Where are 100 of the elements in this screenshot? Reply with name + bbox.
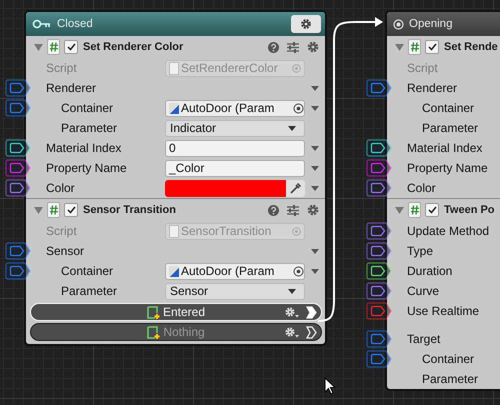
settings-icon[interactable] (307, 204, 319, 216)
asset-icon (169, 266, 179, 276)
settings-icon[interactable] (285, 327, 299, 338)
field-label: Parameter (421, 372, 480, 386)
target-icon (393, 18, 404, 30)
input-port[interactable] (366, 242, 392, 260)
object-picker-icon (292, 226, 301, 236)
input-port[interactable] (366, 159, 392, 177)
object-field[interactable]: AutoDoor (Param (165, 262, 305, 280)
input-port[interactable] (366, 262, 392, 280)
input-port[interactable] (5, 242, 31, 260)
node-title: Closed (57, 18, 93, 30)
input-port[interactable] (366, 282, 392, 300)
component-title: Set Rende (444, 41, 498, 53)
input-port[interactable] (5, 179, 31, 197)
field-label: Color (45, 181, 76, 195)
text-field[interactable]: _Color (165, 160, 305, 176)
transition-icon (147, 326, 162, 338)
input-port[interactable] (5, 79, 31, 97)
enable-checkbox[interactable] (64, 40, 78, 54)
field-label: Update Method (406, 224, 490, 238)
field-label: Container (421, 352, 476, 366)
checkmark-icon (66, 206, 76, 214)
help-icon[interactable] (268, 42, 279, 52)
node-title: Opening (409, 18, 452, 30)
input-port[interactable] (5, 139, 31, 157)
script-icon (47, 39, 60, 55)
field-label: Container (60, 101, 114, 115)
input-port[interactable] (366, 302, 392, 320)
object-field[interactable]: AutoDoor (Param (165, 100, 305, 116)
script-field: SensorTransition (165, 222, 305, 240)
input-port[interactable] (366, 79, 392, 97)
object-picker-icon[interactable] (293, 266, 304, 276)
input-port[interactable] (5, 262, 31, 280)
dropdown[interactable]: Indicator (165, 120, 305, 136)
field-label: Parameter (421, 121, 480, 135)
enable-checkbox[interactable] (425, 203, 439, 217)
output-port-icon[interactable] (306, 306, 317, 319)
foldout-caret-icon[interactable] (311, 86, 319, 90)
settings-icon[interactable] (307, 41, 319, 53)
field-label: Renderer (45, 81, 98, 95)
text-field[interactable]: 0 (165, 140, 305, 156)
foldout-triangle-icon[interactable] (34, 206, 43, 214)
field-label: Color (406, 181, 437, 195)
foldout-caret-icon[interactable] (311, 248, 319, 254)
field-label: Target (406, 332, 442, 346)
help-icon[interactable] (268, 204, 279, 216)
field-label: Use Realtime (406, 304, 480, 318)
foldout-caret-icon[interactable] (311, 186, 319, 190)
field-label: Script (45, 224, 78, 238)
input-port[interactable] (366, 350, 392, 368)
gear-icon (300, 18, 312, 30)
foldout-caret-icon[interactable] (311, 268, 319, 274)
input-port[interactable] (366, 222, 392, 240)
object-picker-icon[interactable] (293, 102, 304, 114)
field-label: Container (60, 264, 114, 278)
dropdown[interactable]: Sensor (165, 282, 305, 300)
input-port[interactable] (366, 139, 392, 157)
key-icon (32, 19, 52, 29)
field-label: Property Name (45, 161, 128, 175)
field-label: Container (421, 101, 476, 115)
script-icon (408, 39, 421, 55)
component-title: Set Renderer Color (83, 41, 184, 53)
foldout-caret-icon[interactable] (311, 106, 319, 110)
field-label: Material Index (406, 141, 484, 155)
field-label: Material Index (45, 141, 122, 155)
output-port-icon[interactable] (306, 326, 317, 339)
settings-icon[interactable] (285, 307, 299, 318)
enable-checkbox[interactable] (425, 40, 439, 54)
input-port[interactable] (5, 159, 31, 177)
input-port[interactable] (366, 179, 392, 197)
sliders-icon[interactable] (287, 204, 299, 216)
field-label: Property Name (406, 161, 489, 175)
field-label: Parameter (60, 284, 118, 298)
component-title: Tween Po (444, 204, 495, 216)
field-label: Type (406, 244, 434, 258)
script-field: SetRendererColor (165, 60, 305, 76)
enable-checkbox[interactable] (64, 203, 78, 217)
object-picker-icon (292, 64, 301, 72)
foldout-triangle-icon[interactable] (34, 44, 43, 50)
input-port[interactable] (5, 99, 31, 117)
eyedropper-icon[interactable] (290, 182, 301, 194)
settings-button[interactable] (291, 15, 321, 33)
foldout-triangle-icon[interactable] (395, 206, 404, 214)
mouse-cursor-icon (324, 377, 336, 395)
field-label: Script (45, 61, 78, 75)
foldout-triangle-icon[interactable] (395, 44, 404, 50)
script-file-icon (169, 224, 179, 238)
foldout-caret-icon[interactable] (311, 166, 319, 170)
field-label: Parameter (60, 121, 118, 135)
field-label: Duration (406, 264, 454, 278)
input-port[interactable] (366, 330, 392, 348)
checkmark-icon (428, 43, 436, 51)
transition-button[interactable]: Entered (30, 303, 322, 321)
foldout-caret-icon[interactable] (311, 146, 319, 150)
sliders-icon[interactable] (287, 42, 299, 52)
transition-icon (146, 306, 161, 318)
field-label: Sensor (45, 244, 86, 258)
script-file-icon (169, 62, 179, 74)
checkmark-icon (428, 206, 436, 214)
